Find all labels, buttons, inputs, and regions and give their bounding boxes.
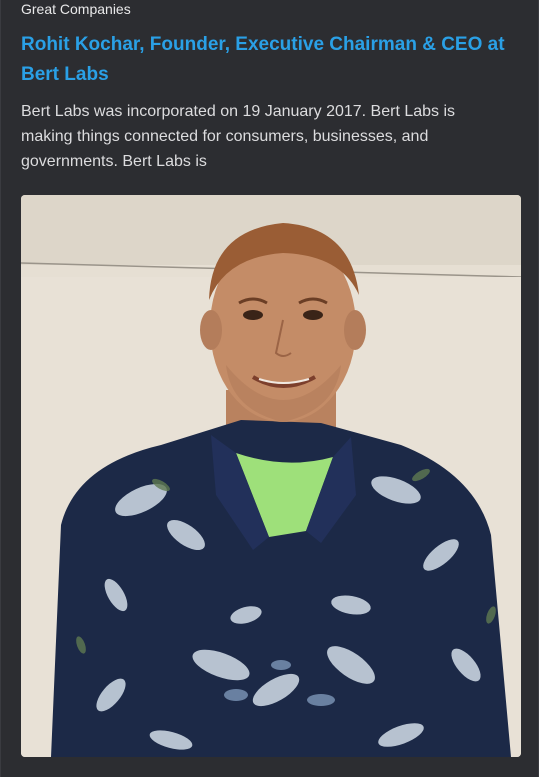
portrait-photo[interactable]: [21, 195, 521, 757]
portrait-image: [21, 195, 521, 757]
post-excerpt: Bert Labs was incorporated on 19 January…: [21, 103, 456, 170]
post-title-link[interactable]: Rohit Kochar, Founder, Executive Chairma…: [21, 30, 521, 90]
category-link[interactable]: Great Companies: [21, 1, 131, 17]
post-card: Great Companies Rohit Kochar, Founder, E…: [0, 0, 539, 777]
